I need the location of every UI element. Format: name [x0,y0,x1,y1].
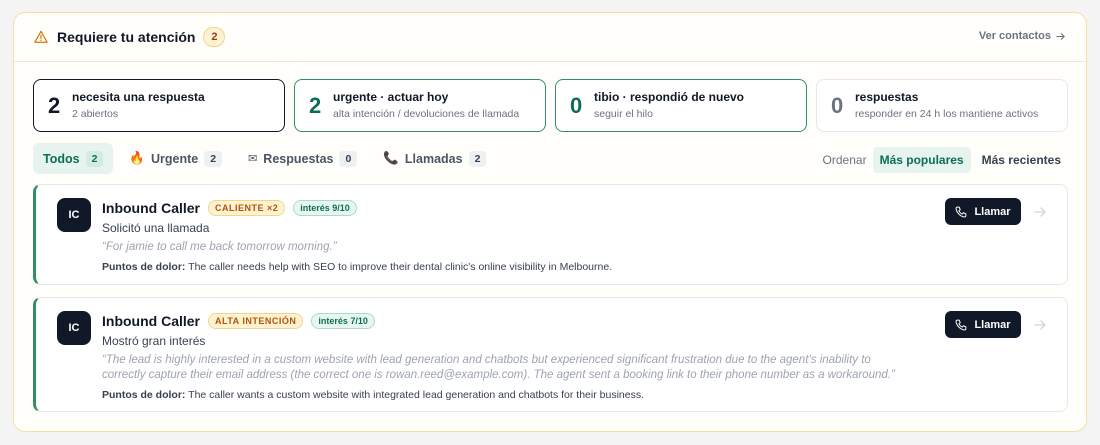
lead-card-body: Inbound Caller ALTA INTENCIÓN interés 7/… [102,313,917,401]
avatar: IC [57,198,91,232]
pain-points-text: The caller needs help with SEO to improv… [188,261,613,273]
sort-control: Ordenar Más populares Más recientes [823,147,1068,173]
tab-label: Respuestas [263,151,334,166]
pain-points: Puntos de dolor: The caller wants a cust… [102,389,917,401]
fire-icon: 🔥 [129,151,145,165]
stat-title: necesita una respuesta [72,90,205,104]
avatar: IC [57,311,91,345]
phone-icon [955,206,967,217]
stat-card-needs-reply[interactable]: 2 necesita una respuesta 2 abiertos [33,79,285,132]
stat-subtitle: alta intención / devoluciones de llamada [333,108,520,120]
lead-card[interactable]: IC Inbound Caller CALIENTE ×2 interés 9/… [33,184,1068,285]
stat-title: respuestas [855,90,919,104]
tab-label: Urgente [151,151,199,166]
stat-card-urgent[interactable]: 2 urgente · actuar hoy alta intención / … [294,79,546,132]
stat-card-replies[interactable]: 0 respuestas responder en 24 h los manti… [816,79,1068,132]
view-contacts-label: Ver contactos [978,30,1051,42]
pain-points: Puntos de dolor: The caller needs help w… [102,261,917,273]
lead-quote: “The lead is highly interested in a cust… [102,354,895,381]
tab-count: 2 [85,150,104,167]
call-button[interactable]: Llamar [945,311,1021,338]
warning-triangle-icon [34,30,48,43]
tab-count: 2 [204,150,223,167]
stat-subtitle: 2 abiertos [72,108,119,120]
arrow-right-icon [1056,32,1065,40]
pain-points-text: The caller wants a custom website with i… [188,389,644,401]
lead-status: Solicitó una llamada [102,221,210,235]
lead-name: Inbound Caller [102,313,200,329]
sort-label: Ordenar [822,153,867,167]
arrow-right-icon[interactable] [1033,318,1047,332]
stat-value: 2 [309,92,322,118]
sort-option-popular[interactable]: Más populares [872,147,971,173]
lead-card-body: Inbound Caller CALIENTE ×2 interés 9/10 … [102,200,917,273]
stat-subtitle: responder en 24 h los mantiene activos [855,108,1039,120]
interest-badge: interés 7/10 [311,313,375,329]
tab-count: 2 [468,150,487,167]
panel-title: Requiere tu atención [57,29,196,45]
stat-value: 0 [831,92,844,118]
tab-label: Todos [43,151,80,166]
interest-badge: interés 9/10 [293,200,357,216]
tab-urgent[interactable]: 🔥 Urgente 2 [119,143,232,174]
stat-subtitle: seguir el hilo [594,108,653,120]
call-button-label: Llamar [974,205,1011,218]
call-button-label: Llamar [974,318,1011,331]
pain-points-label: Puntos de dolor: [102,389,186,401]
heat-badge: ALTA INTENCIÓN [208,313,304,329]
view-contacts-link[interactable]: Ver contactos [979,30,1066,42]
tab-calls[interactable]: 📞 Llamadas 2 [373,143,496,174]
stat-card-warm[interactable]: 0 tibio · respondió de nuevo seguir el h… [555,79,807,132]
heat-badge: CALIENTE ×2 [208,200,286,216]
tab-replies[interactable]: ✉ Respuestas 0 [238,143,367,174]
sort-option-recent[interactable]: Más recientes [975,147,1068,173]
stat-value: 0 [570,92,583,118]
phone-icon: 📞 [383,151,399,165]
call-button[interactable]: Llamar [945,198,1021,225]
tab-all[interactable]: Todos 2 [33,143,114,174]
stats-row: 2 necesita una respuesta 2 abiertos 2 ur… [33,79,1068,132]
lead-name: Inbound Caller [102,200,200,216]
filter-tabs: Todos 2 🔥 Urgente 2 ✉ Respuestas 0 📞 Lla… [33,143,496,174]
lead-quote: “For jamie to call me back tomorrow morn… [102,241,337,253]
phone-icon [955,319,967,330]
tab-count: 0 [339,150,358,167]
pain-points-label: Puntos de dolor: [102,261,186,273]
stat-title: tibio · respondió de nuevo [594,90,744,104]
lead-card-header: Inbound Caller ALTA INTENCIÓN interés 7/… [102,313,917,329]
attention-panel: Requiere tu atención 2 Ver contactos 2 n… [13,12,1087,432]
stat-value: 2 [48,92,61,118]
envelope-icon: ✉ [248,153,258,165]
tab-label: Llamadas [404,151,463,166]
lead-status: Mostró gran interés [102,334,206,348]
stat-title: urgente · actuar hoy [333,90,449,104]
attention-count-badge: 2 [203,27,226,47]
lead-card[interactable]: IC Inbound Caller ALTA INTENCIÓN interés… [33,297,1068,412]
panel-header: Requiere tu atención 2 Ver contactos [14,13,1086,62]
arrow-right-icon[interactable] [1033,205,1047,219]
lead-card-header: Inbound Caller CALIENTE ×2 interés 9/10 [102,200,917,216]
